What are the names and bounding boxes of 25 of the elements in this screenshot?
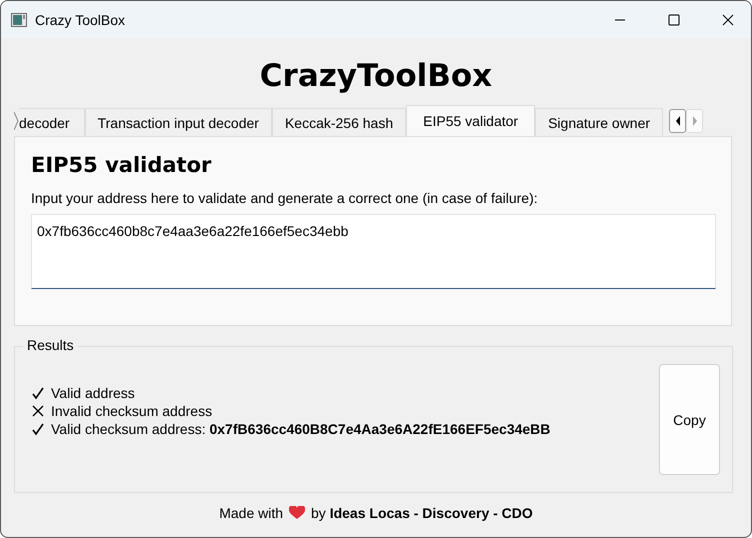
app-icon: [11, 12, 27, 26]
address-input[interactable]: 0x7fb636cc460b8c7e4aa3e6a22fe166ef5ec34ebb: [31, 214, 716, 289]
prompt-text: Input your address here to validate and generate a correct one (in case of failure):: [31, 190, 539, 206]
app-heading: CrazyToolBox: [258, 57, 494, 96]
left-triangle-icon: [676, 116, 680, 126]
heart-icon: [289, 506, 306, 520]
result-text: Valid address: [51, 384, 135, 400]
copy-button[interactable]: Copy: [659, 364, 720, 475]
result-text: Invalid checksum address: [51, 402, 212, 418]
tab[interactable]: decoder: [19, 108, 85, 136]
tab[interactable]: EIP55 validator: [406, 105, 536, 136]
tab[interactable]: Transaction input decoder: [84, 108, 272, 136]
maximize-icon: [668, 14, 680, 26]
close-icon: [722, 14, 734, 26]
tab[interactable]: Signature owner: [535, 108, 664, 136]
tab[interactable]: Keccak-256 hash: [272, 108, 406, 136]
panel-title: EIP55 validator: [31, 153, 212, 177]
scroll-left-button[interactable]: [669, 109, 686, 133]
group-title: Results: [23, 337, 78, 353]
footer-text: Made with: [219, 505, 284, 521]
footer-credit: by Ideas Locas - Discovery - CDO: [311, 505, 533, 521]
right-triangle-icon: [692, 116, 697, 126]
tab-edge-icon: [14, 110, 19, 132]
window-title: Crazy ToolBox: [35, 12, 126, 28]
result-text: Valid checksum address: 0x7fB636cc460B8C7e4Aa3e6A22fE166EF5ec34eBB: [51, 420, 550, 436]
